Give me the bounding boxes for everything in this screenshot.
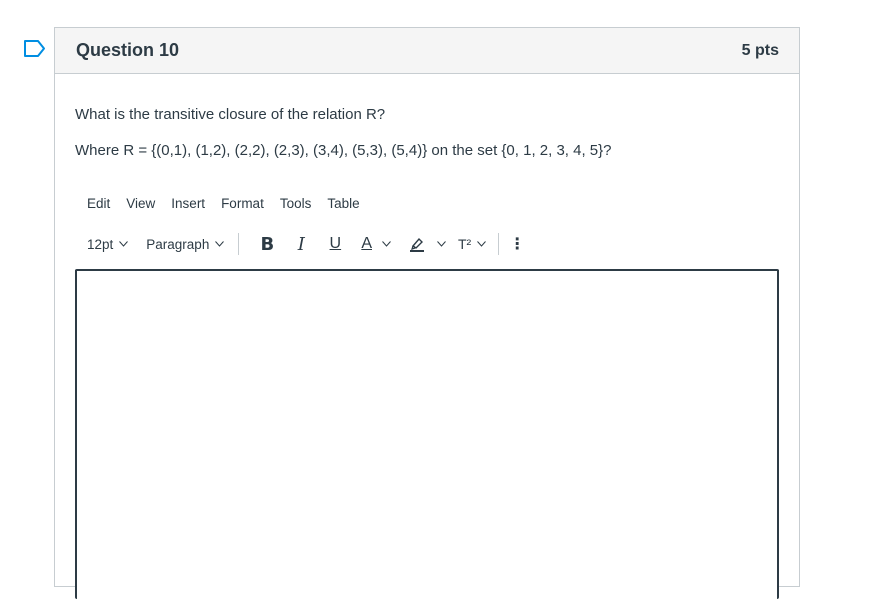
menu-format[interactable]: Format [221,196,272,211]
more-button[interactable]: ⋮ [509,232,526,256]
menu-edit[interactable]: Edit [87,196,118,211]
italic-button[interactable]: I [291,232,311,256]
paragraph-dropdown[interactable]: Paragraph [146,236,225,252]
chevron-down-icon [477,241,487,247]
flag-question-icon[interactable] [24,40,46,57]
editor-content[interactable] [77,271,777,291]
rich-text-editor[interactable] [75,269,779,599]
question-header: Question 10 5 pts [55,28,799,74]
toolbar-separator [498,233,500,255]
bold-icon: B [260,233,275,255]
font-size-dropdown[interactable]: 12pt [87,236,129,252]
paragraph-value: Paragraph [146,236,210,252]
editor-toolbar: 12pt Paragraph B I U A T² ⋮ [87,232,526,256]
underline-button[interactable]: U [325,232,345,256]
toolbar-separator [238,233,240,255]
question-points: 5 pts [741,41,779,59]
highlight-color-button[interactable] [409,232,446,256]
menu-table[interactable]: Table [327,196,367,211]
editor-menubar: Edit View Insert Format Tools Table [87,196,376,211]
more-icon: ⋮ [509,236,526,253]
menu-tools[interactable]: Tools [280,196,320,211]
highlighter-icon [410,237,424,252]
question-body: What is the transitive closure of the re… [55,74,799,161]
chevron-down-icon [382,241,391,247]
underline-icon: U [329,235,342,252]
italic-icon: I [297,233,305,255]
font-size-value: 12pt [87,236,114,252]
superscript-icon: T² [458,236,472,252]
menu-view[interactable]: View [126,196,163,211]
superscript-button[interactable]: T² [458,232,487,256]
question-title: Question 10 [76,40,180,60]
chevron-down-icon [215,241,225,247]
menu-insert[interactable]: Insert [171,196,213,211]
text-color-icon: A [361,235,372,252]
question-card: Question 10 5 pts What is the transitive… [54,27,800,599]
text-color-button[interactable]: A [361,232,391,256]
bold-button[interactable]: B [257,232,277,256]
question-text-line2: Where R = {(0,1), (1,2), (2,2), (2,3), (… [75,142,612,159]
chevron-down-icon [119,241,129,247]
question-text-line1: What is the transitive closure of the re… [75,106,386,123]
chevron-down-icon [437,241,446,247]
